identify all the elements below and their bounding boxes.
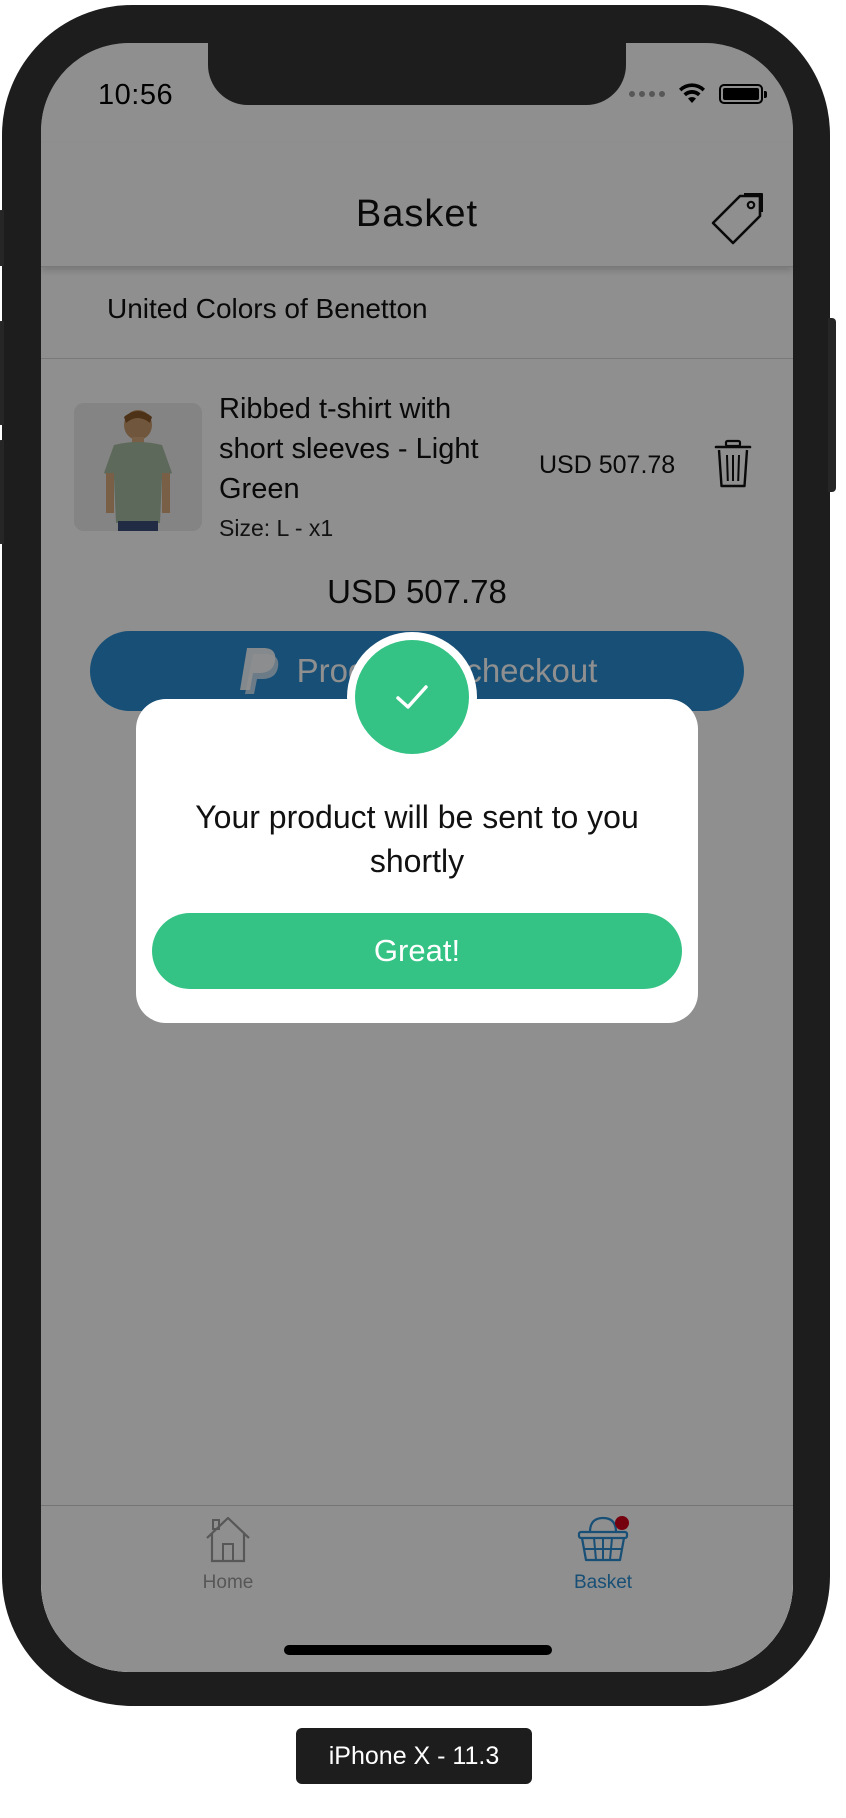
success-badge	[355, 640, 469, 754]
volume-down-button	[0, 440, 4, 544]
great-button[interactable]: Great!	[152, 913, 682, 989]
power-button	[828, 318, 836, 492]
modal-message: Your product will be sent to you shortly	[195, 799, 639, 879]
checkmark-icon	[396, 685, 428, 709]
device-frame: 10:56 Basket United Colors of Benetton R…	[0, 5, 836, 1706]
mute-switch	[0, 210, 4, 266]
screen: 10:56 Basket United Colors of Benetton R…	[41, 43, 793, 1672]
home-indicator[interactable]	[284, 1645, 552, 1655]
notch	[208, 43, 626, 105]
volume-up-button	[0, 321, 4, 425]
simulator-label: iPhone X - 11.3	[296, 1728, 532, 1784]
